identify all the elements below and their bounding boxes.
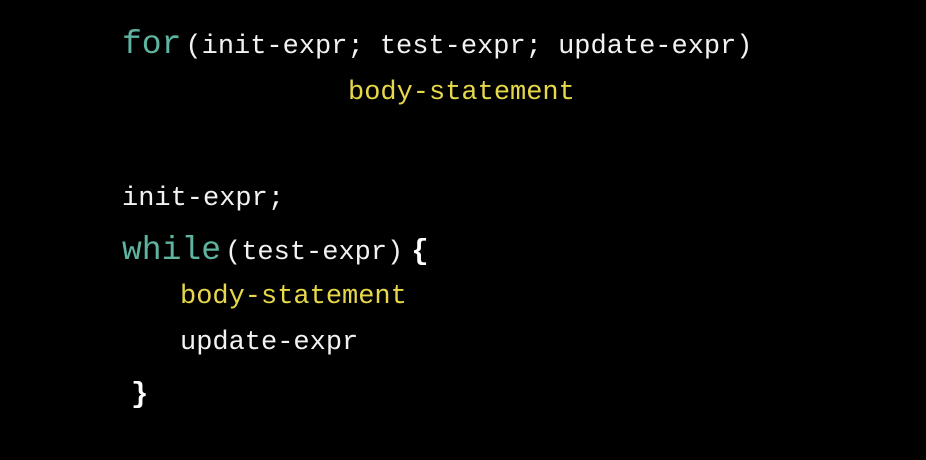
close-brace: } xyxy=(131,378,149,411)
for-keyword: for xyxy=(122,26,182,63)
while-condition: (test-expr) xyxy=(225,238,404,268)
for-body-statement: body-statement xyxy=(348,78,575,108)
while-keyword: while xyxy=(122,232,222,269)
for-loop-body: body-statement xyxy=(348,80,575,107)
while-body-line: body-statement xyxy=(180,284,407,311)
while-init-line: init-expr; xyxy=(122,186,284,213)
close-brace-line: } xyxy=(131,380,148,409)
while-body-statement: body-statement xyxy=(180,282,407,312)
code-slide: for (init-expr; test-expr; update-expr) b… xyxy=(0,0,926,460)
while-loop-header: while (test-expr){ xyxy=(122,234,429,267)
while-update-expr: update-expr xyxy=(180,328,359,358)
while-update-line: update-expr xyxy=(180,330,358,357)
while-init-expr: init-expr; xyxy=(122,184,285,214)
open-brace: { xyxy=(411,235,429,268)
for-loop-header-expr: (init-expr; test-expr; update-expr) xyxy=(185,32,753,62)
for-loop-header: for (init-expr; test-expr; update-expr) xyxy=(122,28,753,61)
